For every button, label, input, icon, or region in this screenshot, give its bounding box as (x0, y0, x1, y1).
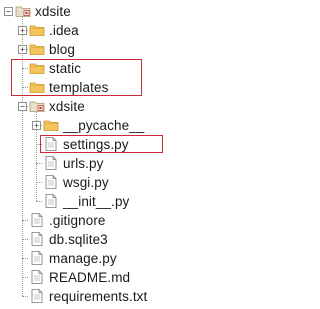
file-icon (43, 193, 59, 209)
tree-item-label: urls.py (63, 155, 104, 171)
tree-item-pycache[interactable]: __pycache__ (43, 115, 144, 135)
file-icon (29, 269, 45, 285)
folder-icon (29, 41, 45, 57)
package-folder-icon (29, 98, 45, 114)
tree-item-init[interactable]: __init__.py (43, 191, 129, 211)
folder-icon (43, 117, 59, 133)
tree-item-label: db.sqlite3 (49, 231, 108, 247)
tree-item-label: .idea (49, 22, 79, 38)
tree-connector (22, 296, 28, 297)
tree-item-readme[interactable]: README.md (29, 267, 130, 287)
tree-item-blog[interactable]: blog (29, 39, 75, 59)
tree-item-idea[interactable]: .idea (29, 20, 79, 40)
tree-item-label: __pycache__ (63, 117, 145, 133)
tree-item-label: README.md (49, 269, 131, 285)
project-tree: − xdsite + .idea + blog static templates − xdsite… (0, 0, 297, 304)
tree-item-label: manage.py (49, 250, 117, 266)
tree-item-label: .gitignore (49, 212, 106, 228)
file-icon (29, 288, 45, 304)
file-icon (29, 231, 45, 247)
tree-item-manage[interactable]: manage.py (29, 248, 117, 268)
static-templates-highlight (11, 59, 142, 96)
tree-connector (22, 239, 28, 240)
settings-highlight (40, 135, 163, 153)
tree-item-xdsite-root[interactable]: xdsite (15, 1, 71, 21)
tree-item-label: xdsite (35, 3, 71, 19)
tree-item-requirements[interactable]: requirements.txt (29, 286, 147, 306)
tree-item-label: __init__.py (63, 193, 130, 209)
tree-connector (22, 277, 28, 278)
tree-connector (36, 163, 42, 164)
tree-item-label: wsgi.py (63, 174, 109, 190)
project-folder-icon (15, 3, 31, 19)
file-icon (43, 174, 59, 190)
folder-icon (29, 22, 45, 38)
tree-item-urls[interactable]: urls.py (43, 153, 103, 173)
file-icon (29, 212, 45, 228)
expand-toggle[interactable]: + (18, 26, 27, 35)
file-icon (43, 155, 59, 171)
tree-connector (22, 258, 28, 259)
tree-item-dbsqlite[interactable]: db.sqlite3 (29, 229, 108, 249)
file-icon (29, 250, 45, 266)
expand-toggle[interactable]: + (18, 45, 27, 54)
tree-item-wsgi[interactable]: wsgi.py (43, 172, 109, 192)
tree-item-gitignore[interactable]: .gitignore (29, 210, 106, 230)
tree-item-label: requirements.txt (49, 288, 148, 304)
collapse-toggle[interactable]: − (18, 102, 27, 111)
tree-connector (36, 201, 42, 202)
tree-item-xdsite-pkg[interactable]: xdsite (29, 96, 85, 116)
expand-toggle[interactable]: + (32, 121, 41, 130)
collapse-toggle[interactable]: − (4, 7, 13, 16)
tree-connector (22, 220, 28, 221)
tree-item-label: blog (49, 41, 75, 57)
tree-connector (36, 182, 42, 183)
tree-item-label: xdsite (49, 98, 85, 114)
